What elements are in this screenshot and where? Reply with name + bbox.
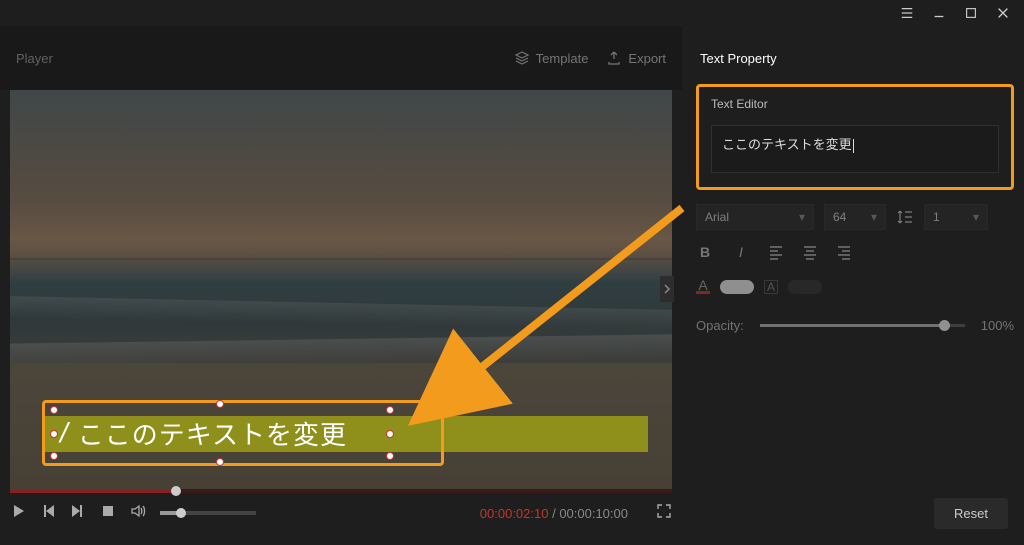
chevron-down-icon: ▾ [871, 210, 877, 224]
fullscreen-button[interactable] [656, 503, 672, 524]
opacity-label: Opacity: [696, 318, 744, 333]
time-sep: / [548, 506, 559, 521]
font-size-select[interactable]: 64 ▾ [824, 204, 886, 230]
text-color-swatch[interactable] [720, 280, 754, 294]
play-button[interactable] [10, 503, 26, 524]
panel-expand-chevron[interactable] [660, 276, 674, 302]
stop-button[interactable] [100, 503, 116, 524]
maximize-icon[interactable] [964, 6, 978, 20]
close-icon[interactable] [996, 6, 1010, 20]
text-editor-input[interactable]: ここのテキストを変更 [711, 125, 999, 173]
line-spacing-value: 1 [933, 210, 940, 224]
volume-slider[interactable] [160, 511, 256, 515]
line-spacing-icon [896, 208, 914, 226]
bg-color-button[interactable]: A [764, 280, 778, 294]
template-label: Template [536, 51, 589, 66]
font-family-select[interactable]: Arial ▾ [696, 204, 814, 230]
font-size-value: 64 [833, 210, 846, 224]
text-editor-label: Text Editor [711, 97, 999, 111]
hamburger-icon[interactable] [900, 6, 914, 20]
align-left-button[interactable] [768, 244, 784, 265]
align-center-button[interactable] [802, 244, 818, 265]
overlay-slash: / [60, 417, 68, 449]
overlay-text: ここのテキストを変更 [78, 415, 347, 452]
export-label: Export [628, 51, 666, 66]
bg-color-swatch[interactable] [788, 280, 822, 294]
export-icon [606, 50, 622, 66]
prev-frame-button[interactable] [40, 503, 56, 524]
italic-button[interactable]: I [732, 244, 750, 265]
export-button[interactable]: Export [606, 50, 666, 66]
align-right-button[interactable] [836, 244, 852, 265]
minimize-icon[interactable] [932, 6, 946, 20]
next-frame-button[interactable] [70, 503, 86, 524]
chevron-down-icon: ▾ [799, 210, 805, 224]
template-button[interactable]: Template [514, 50, 589, 66]
reset-button[interactable]: Reset [934, 498, 1008, 529]
player-label: Player [16, 51, 53, 66]
font-family-value: Arial [705, 210, 729, 224]
line-spacing-select[interactable]: 1 ▾ [924, 204, 988, 230]
opacity-value: 100% [981, 318, 1014, 333]
volume-icon[interactable] [130, 503, 146, 524]
text-color-button[interactable]: A [696, 279, 710, 294]
bold-button[interactable]: B [696, 244, 714, 265]
time-current: 00:00:02:10 [480, 506, 549, 521]
layers-icon [514, 50, 530, 66]
video-preview[interactable]: / ここのテキストを変更 [10, 90, 672, 491]
text-editor-highlight: Text Editor ここのテキストを変更 [696, 84, 1014, 190]
property-panel-title: Text Property [700, 51, 777, 66]
text-overlay[interactable]: / ここのテキストを変更 [50, 408, 390, 458]
opacity-slider[interactable] [760, 324, 965, 327]
time-total: 00:00:10:00 [559, 506, 628, 521]
chevron-down-icon: ▾ [973, 210, 979, 224]
text-editor-value: ここのテキストを変更 [722, 137, 852, 152]
